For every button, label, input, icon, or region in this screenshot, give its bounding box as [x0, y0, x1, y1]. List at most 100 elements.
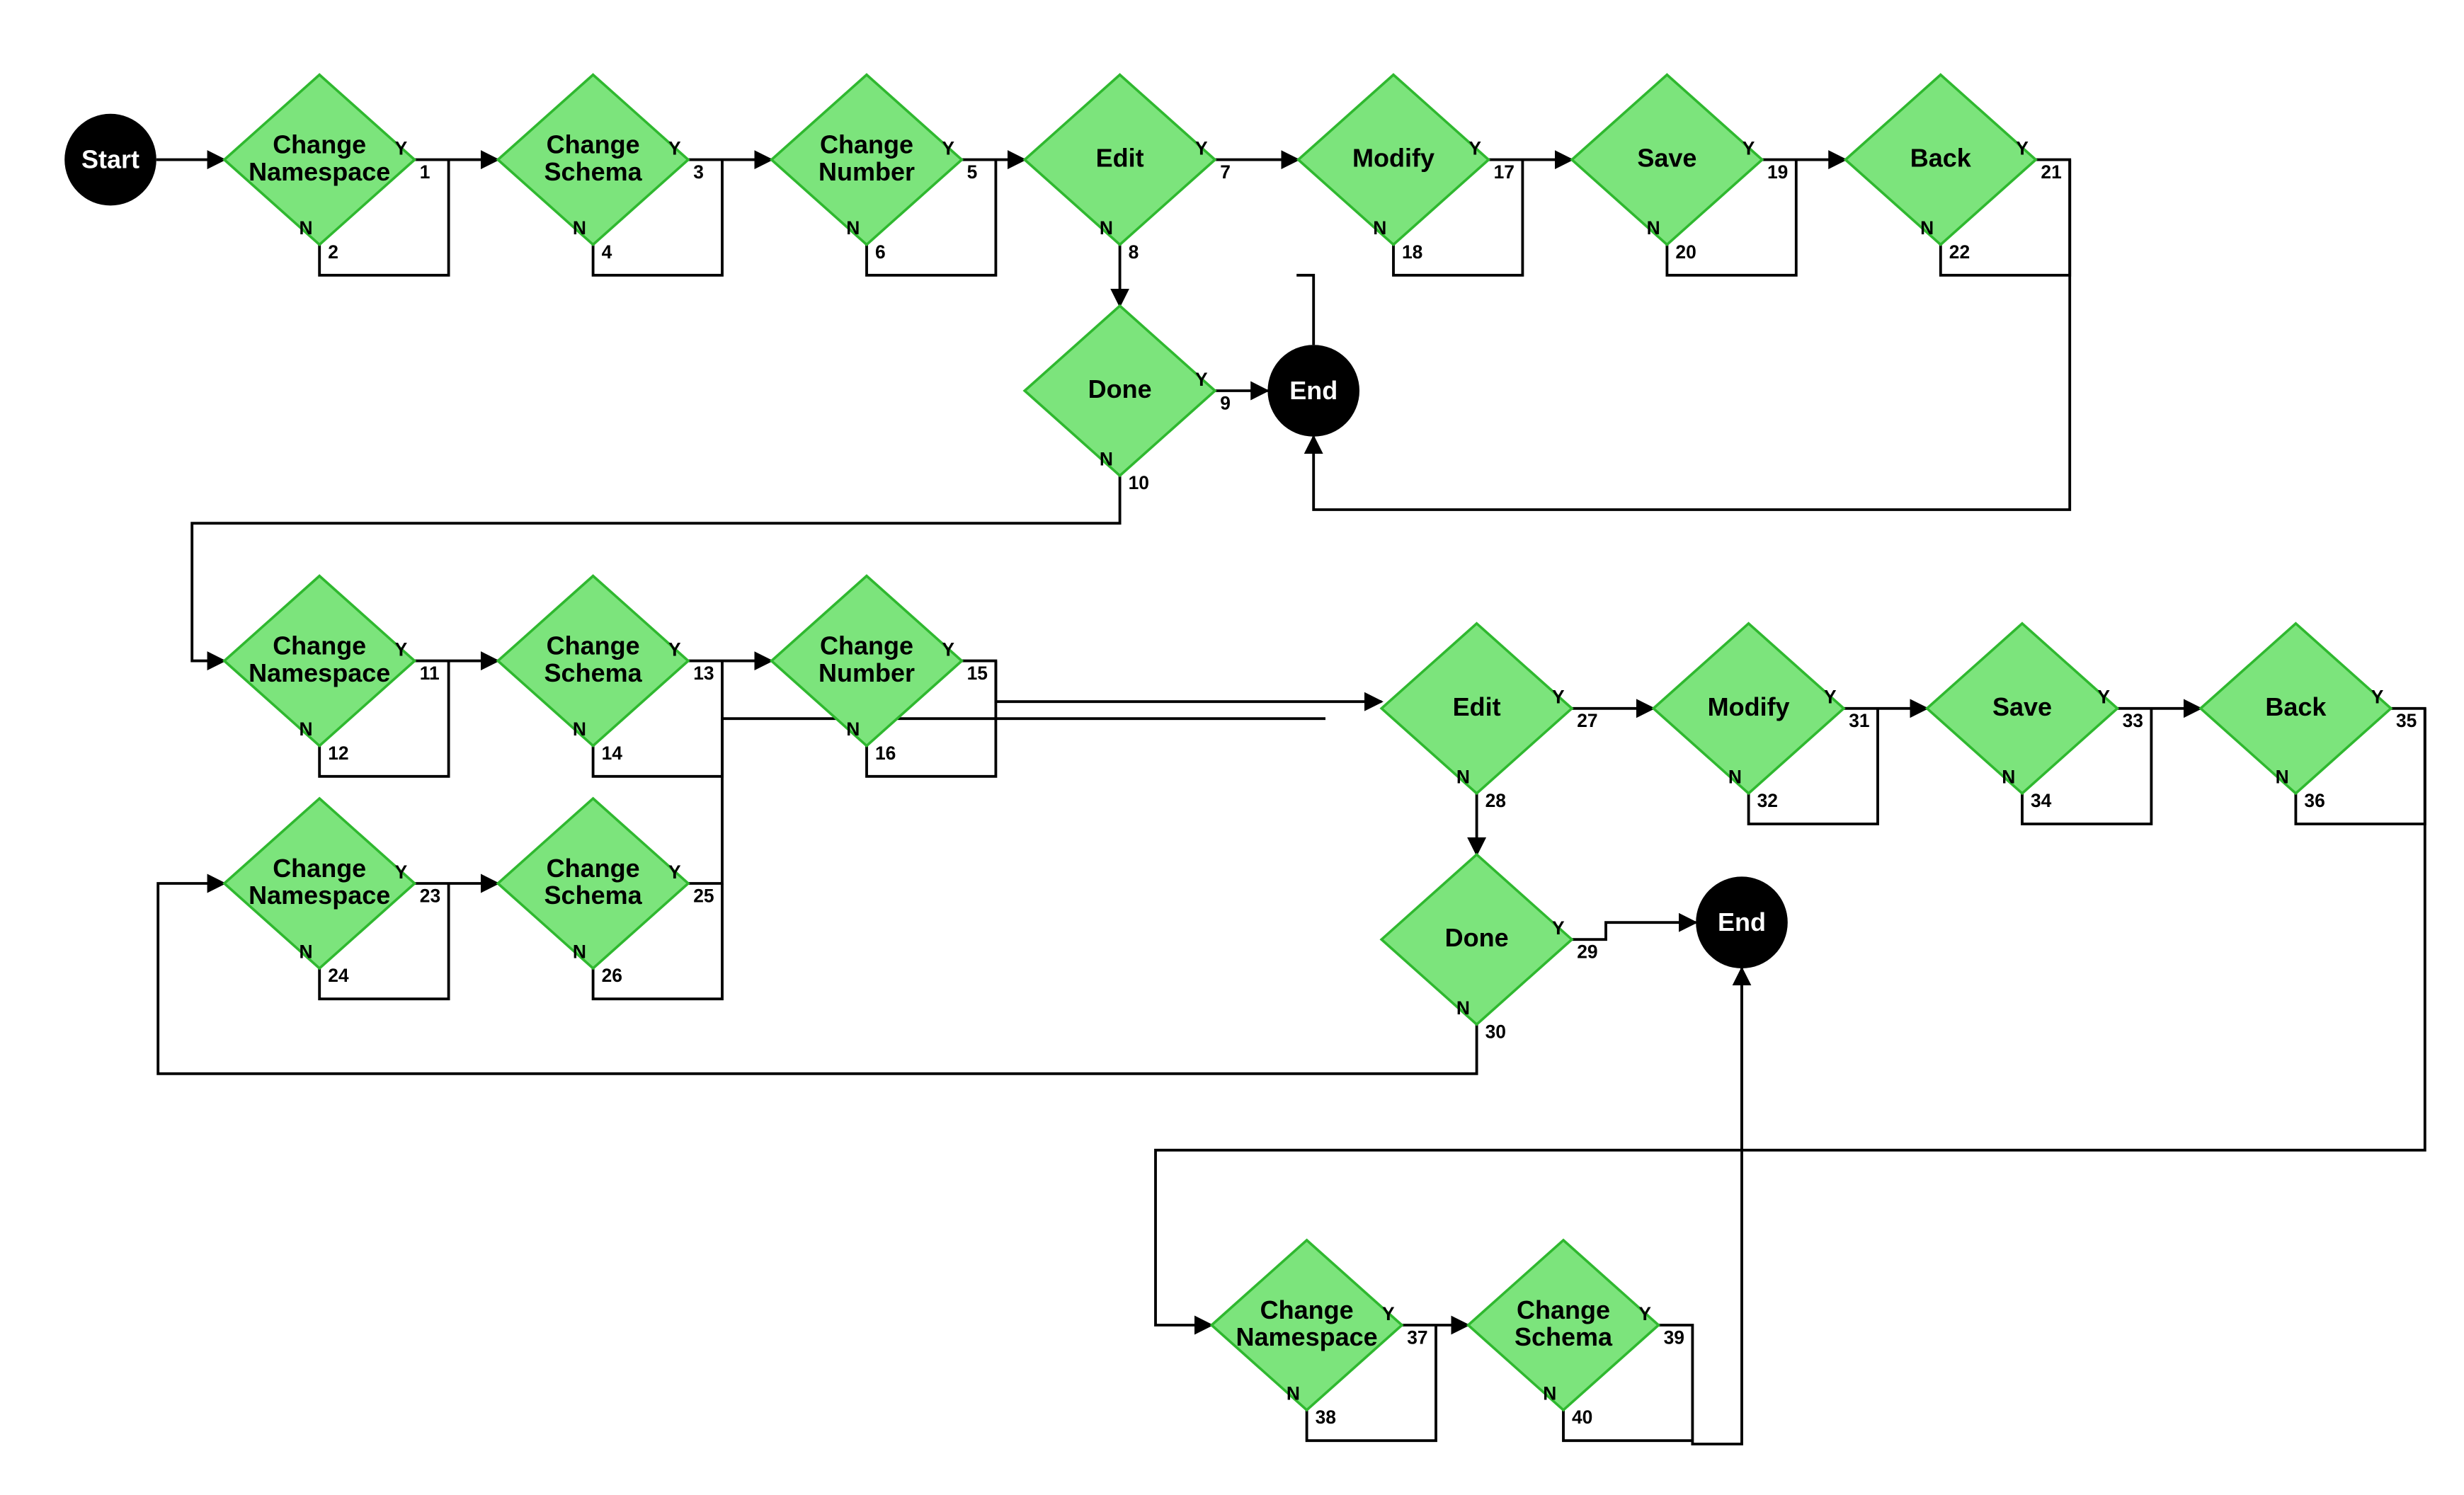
step-number: 33	[2123, 710, 2143, 731]
step-number: 21	[2041, 161, 2061, 183]
edge-32	[1572, 922, 1696, 939]
node-label: ChangeNumber	[819, 631, 915, 687]
node-label: Edit	[1096, 143, 1144, 172]
node-label: End	[1289, 376, 1337, 405]
yes-label: Y	[1195, 137, 1208, 159]
node-label: End	[1718, 907, 1766, 936]
edge-41	[1658, 968, 1742, 1444]
no-label: N	[573, 217, 586, 239]
step-number: 30	[1485, 1021, 1506, 1042]
node-d_mod1: ModifyY17N18	[1299, 75, 1515, 263]
node-d_cns1: ChangeNamespaceY1N2	[224, 75, 430, 263]
node-label: Save	[1637, 143, 1696, 172]
step-number: 28	[1485, 790, 1506, 811]
step-number: 10	[1129, 472, 1149, 493]
step-number: 20	[1675, 241, 1696, 263]
yes-label: Y	[942, 137, 954, 159]
node-d_done1: Done Y9 N 10	[1025, 306, 1231, 493]
node-d_csc3: ChangeSchemaY25N26	[498, 798, 714, 986]
yes-label: Y	[1824, 687, 1837, 708]
no-label: N	[1100, 217, 1113, 239]
node-d_save2: SaveY33N34	[1927, 624, 2143, 811]
step-number: 15	[967, 663, 988, 684]
step-number: 26	[602, 965, 622, 986]
yes-label: Y	[668, 638, 681, 660]
node-d_back1: Back Y 21 N 22	[1845, 75, 2061, 263]
step-number: 40	[1572, 1407, 1592, 1428]
node-label: Modify	[1708, 692, 1790, 721]
no-label: N	[299, 217, 312, 239]
no-label: N	[2276, 766, 2289, 787]
step-number: 3	[693, 161, 704, 183]
step-number: 4	[602, 241, 612, 263]
step-number: 16	[875, 743, 896, 764]
step-number: 8	[1129, 241, 1139, 263]
node-d_cnu1: ChangeNumberY5N6	[772, 75, 978, 263]
node-d_edit2: Edit Y 27 N 28	[1381, 624, 1597, 811]
yes-label: Y	[1468, 137, 1481, 159]
step-number: 24	[328, 965, 349, 986]
yes-label: Y	[1552, 917, 1565, 939]
step-number: 27	[1577, 710, 1597, 731]
yes-label: Y	[395, 137, 408, 159]
node-label: Back	[1910, 143, 1972, 172]
step-number: 1	[420, 161, 430, 183]
no-label: N	[1920, 217, 1934, 239]
step-number: 29	[1577, 941, 1597, 963]
edge-36	[688, 718, 1325, 883]
yes-label: Y	[2097, 687, 2110, 708]
yes-label: Y	[1552, 687, 1565, 708]
yes-label: Y	[942, 638, 954, 660]
step-number: 35	[2396, 710, 2417, 731]
yes-label: Y	[668, 861, 681, 883]
node-d_save1: SaveY19N20	[1572, 75, 1788, 263]
node-label: Done	[1445, 923, 1509, 952]
step-number: 39	[1664, 1327, 1684, 1348]
node-d_done2: Done Y 29 N 30	[1381, 854, 1597, 1042]
yes-label: Y	[395, 861, 408, 883]
node-start: Start	[64, 114, 156, 206]
node-d_csc1: ChangeSchemaY3N4	[498, 75, 704, 263]
yes-label: Y	[1195, 369, 1208, 390]
no-label: N	[1100, 449, 1113, 470]
node-label: ChangeSchema	[1515, 1295, 1613, 1351]
step-number: 22	[1949, 241, 1970, 263]
step-number: 14	[602, 743, 623, 764]
step-number: 19	[1767, 161, 1788, 183]
no-label: N	[1456, 997, 1470, 1019]
node-label: Modify	[1352, 143, 1435, 172]
node-end2: End	[1696, 876, 1788, 968]
step-number: 38	[1316, 1407, 1336, 1428]
node-d_cnu2: ChangeNumber Y 15 N 16	[772, 576, 988, 764]
step-number: 11	[420, 663, 440, 684]
no-label: N	[846, 718, 860, 740]
step-number: 12	[328, 743, 348, 764]
node-label: Edit	[1453, 692, 1501, 721]
yes-label: Y	[2016, 137, 2029, 159]
flowchart-canvas: StartChangeNamespaceY1N2ChangeSchemaY3N4…	[0, 0, 2464, 1495]
no-label: N	[1456, 766, 1470, 787]
node-label: Back	[2265, 692, 2327, 721]
node-label: Done	[1088, 374, 1152, 403]
step-number: 6	[875, 241, 886, 263]
node-label: Start	[81, 145, 139, 174]
node-label: ChangeSchema	[544, 853, 643, 909]
node-end1: End	[1267, 345, 1359, 437]
node-label: ChangeSchema	[544, 130, 643, 185]
node-d_cns3: ChangeNamespaceY23N24	[224, 798, 440, 986]
node-d_mod2: ModifyY31N32	[1653, 624, 1869, 811]
yes-label: Y	[2371, 687, 2384, 708]
step-number: 18	[1402, 241, 1422, 263]
step-number: 7	[1220, 161, 1231, 183]
node-d_csc2: ChangeSchemaY13N14	[498, 576, 714, 764]
yes-label: Y	[395, 638, 408, 660]
step-number: 13	[693, 663, 714, 684]
step-number: 9	[1220, 392, 1231, 413]
no-label: N	[573, 941, 586, 963]
no-label: N	[1647, 217, 1660, 239]
step-number: 5	[967, 161, 978, 183]
step-number: 32	[1757, 790, 1778, 811]
node-d_cns2: ChangeNamespaceY11N12	[224, 576, 440, 764]
step-number: 37	[1407, 1327, 1427, 1348]
node-d_cns4: ChangeNamespaceY37N38	[1211, 1240, 1427, 1428]
